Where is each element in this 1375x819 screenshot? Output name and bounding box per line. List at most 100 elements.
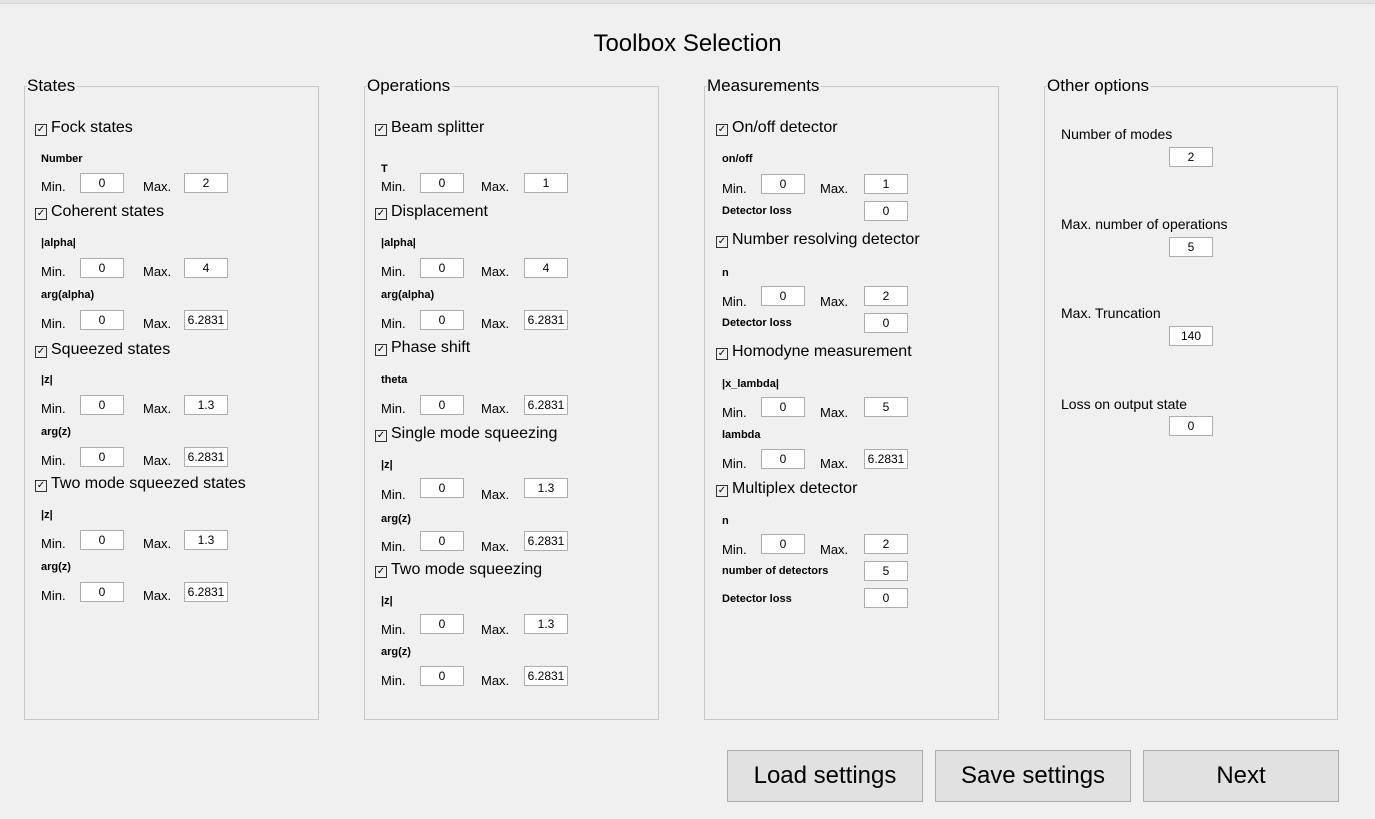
two-mode-squeezed-states-label: Two mode squeezed states xyxy=(51,475,246,492)
homodyne-x-min-input[interactable]: 0 xyxy=(761,397,805,417)
beam-splitter-max-input[interactable]: 1 xyxy=(524,173,568,193)
displacement-arg-max-input[interactable]: 6.2831 xyxy=(524,310,568,330)
min-label: Min. xyxy=(41,179,66,194)
single-mode-arg-min-input[interactable]: 0 xyxy=(420,531,464,551)
squeezed-states-label: Squeezed states xyxy=(51,341,171,358)
load-settings-button[interactable]: Load settings xyxy=(727,750,923,802)
two-mode-squeezed-states-checkbox[interactable]: ✓ Two mode squeezed states xyxy=(35,474,246,494)
max-label: Max. xyxy=(820,456,849,471)
displacement-abs-max-input[interactable]: 4 xyxy=(524,258,568,278)
homodyne-x-max-input[interactable]: 5 xyxy=(864,397,908,417)
multiplex-detector-loss-input[interactable]: 0 xyxy=(864,588,908,608)
single-mode-abs-label: |z| xyxy=(381,459,393,471)
min-label: Min. xyxy=(722,542,747,557)
number-resolving-max-input[interactable]: 2 xyxy=(864,286,908,306)
fock-min-input[interactable]: 0 xyxy=(80,173,124,193)
on-off-max-input[interactable]: 1 xyxy=(864,174,908,194)
loss-on-output-input[interactable]: 0 xyxy=(1169,416,1213,436)
two-mode-squeezing-abs-min-input[interactable]: 0 xyxy=(420,614,464,634)
number-resolving-detector-loss-input[interactable]: 0 xyxy=(864,313,908,333)
two-mode-squeezing-arg-max-input[interactable]: 6.2831 xyxy=(524,666,568,686)
displacement-checkbox[interactable]: ✓ Displacement xyxy=(375,202,488,222)
displacement-abs-min-input[interactable]: 0 xyxy=(420,258,464,278)
min-label: Min. xyxy=(381,673,406,688)
coherent-abs-max-input[interactable]: 4 xyxy=(184,258,228,278)
two-mode-arg-max-input[interactable]: 6.2831 xyxy=(184,582,228,602)
coherent-abs-min-input[interactable]: 0 xyxy=(80,258,124,278)
single-mode-squeezing-checkbox[interactable]: ✓ Single mode squeezing xyxy=(375,424,557,444)
max-label: Max. xyxy=(481,622,510,637)
next-button[interactable]: Next xyxy=(1143,750,1339,802)
multiplex-detector-loss-label: Detector loss xyxy=(722,593,792,605)
save-settings-button[interactable]: Save settings xyxy=(935,750,1131,802)
number-resolving-detector-loss-label: Detector loss xyxy=(722,317,792,329)
number-resolving-min-input[interactable]: 0 xyxy=(761,286,805,306)
number-of-modes-input[interactable]: 2 xyxy=(1169,147,1213,167)
two-mode-squeezing-checkbox[interactable]: ✓ Two mode squeezing xyxy=(375,560,542,580)
checkbox-check-icon: ✓ xyxy=(35,124,47,136)
max-label: Max. xyxy=(820,294,849,309)
single-mode-abs-max-input[interactable]: 1.3 xyxy=(524,478,568,498)
displacement-arg-min-input[interactable]: 0 xyxy=(420,310,464,330)
on-off-detector-checkbox[interactable]: ✓ On/off detector xyxy=(716,118,838,138)
min-label: Min. xyxy=(41,316,66,331)
multiplex-min-input[interactable]: 0 xyxy=(761,534,805,554)
squeezed-arg-min-input[interactable]: 0 xyxy=(80,447,124,467)
max-operations-input[interactable]: 5 xyxy=(1169,237,1213,257)
squeezed-arg-max-input[interactable]: 6.2831 xyxy=(184,447,228,467)
homodyne-measurement-checkbox[interactable]: ✓ Homodyne measurement xyxy=(716,342,912,362)
coherent-states-label: Coherent states xyxy=(51,203,164,220)
multiplex-max-input[interactable]: 2 xyxy=(864,534,908,554)
fock-max-input[interactable]: 2 xyxy=(184,173,228,193)
max-operations-label: Max. number of operations xyxy=(1061,216,1228,232)
two-mode-squeezing-abs-max-input[interactable]: 1.3 xyxy=(524,614,568,634)
two-mode-squeezing-arg-min-input[interactable]: 0 xyxy=(420,666,464,686)
squeezed-abs-max-input[interactable]: 1.3 xyxy=(184,395,228,415)
two-mode-squeezing-arg-label: arg(z) xyxy=(381,646,411,658)
two-mode-abs-max-input[interactable]: 1.3 xyxy=(184,530,228,550)
states-panel: States xyxy=(24,76,319,720)
fock-states-label: Fock states xyxy=(51,119,133,136)
on-off-min-input[interactable]: 0 xyxy=(761,174,805,194)
displacement-arg-label: arg(alpha) xyxy=(381,289,435,301)
squeezed-abs-min-input[interactable]: 0 xyxy=(80,395,124,415)
min-label: Min. xyxy=(722,456,747,471)
phase-shift-max-input[interactable]: 6.2831 xyxy=(524,395,568,415)
phase-shift-checkbox[interactable]: ✓ Phase shift xyxy=(375,338,470,358)
window-top-edge xyxy=(0,0,1375,4)
single-mode-arg-max-input[interactable]: 6.2831 xyxy=(524,531,568,551)
min-label: Min. xyxy=(381,264,406,279)
checkbox-check-icon: ✓ xyxy=(375,430,387,442)
multiplex-detector-checkbox[interactable]: ✓ Multiplex detector xyxy=(716,479,857,499)
beam-splitter-checkbox[interactable]: ✓ Beam splitter xyxy=(375,118,484,138)
max-label: Max. xyxy=(143,316,172,331)
coherent-states-checkbox[interactable]: ✓ Coherent states xyxy=(35,202,164,222)
phase-shift-label: Phase shift xyxy=(391,339,471,356)
homodyne-lambda-max-input[interactable]: 6.2831 xyxy=(864,449,908,469)
max-label: Max. xyxy=(481,179,510,194)
phase-shift-min-input[interactable]: 0 xyxy=(420,395,464,415)
single-mode-squeezing-label: Single mode squeezing xyxy=(391,425,558,442)
max-label: Max. xyxy=(143,588,172,603)
min-label: Min. xyxy=(381,539,406,554)
min-label: Min. xyxy=(381,316,406,331)
two-mode-arg-min-input[interactable]: 0 xyxy=(80,582,124,602)
max-truncation-label: Max. Truncation xyxy=(1061,305,1161,321)
min-label: Min. xyxy=(41,453,66,468)
fock-states-checkbox[interactable]: ✓ Fock states xyxy=(35,118,133,138)
homodyne-lambda-min-input[interactable]: 0 xyxy=(761,449,805,469)
max-truncation-input[interactable]: 140 xyxy=(1169,326,1213,346)
number-of-detectors-input[interactable]: 5 xyxy=(864,561,908,581)
operations-panel: Operations xyxy=(364,76,659,720)
coherent-arg-min-input[interactable]: 0 xyxy=(80,310,124,330)
coherent-arg-max-input[interactable]: 6.2831 xyxy=(184,310,228,330)
on-off-detector-loss-input[interactable]: 0 xyxy=(864,201,908,221)
two-mode-abs-min-input[interactable]: 0 xyxy=(80,530,124,550)
squeezed-states-checkbox[interactable]: ✓ Squeezed states xyxy=(35,340,170,360)
beam-splitter-min-input[interactable]: 0 xyxy=(420,173,464,193)
single-mode-abs-min-input[interactable]: 0 xyxy=(420,478,464,498)
two-mode-arg-label: arg(z) xyxy=(41,561,71,573)
number-resolving-detector-checkbox[interactable]: ✓ Number resolving detector xyxy=(716,230,920,250)
min-label: Min. xyxy=(722,294,747,309)
min-label: Min. xyxy=(41,401,66,416)
